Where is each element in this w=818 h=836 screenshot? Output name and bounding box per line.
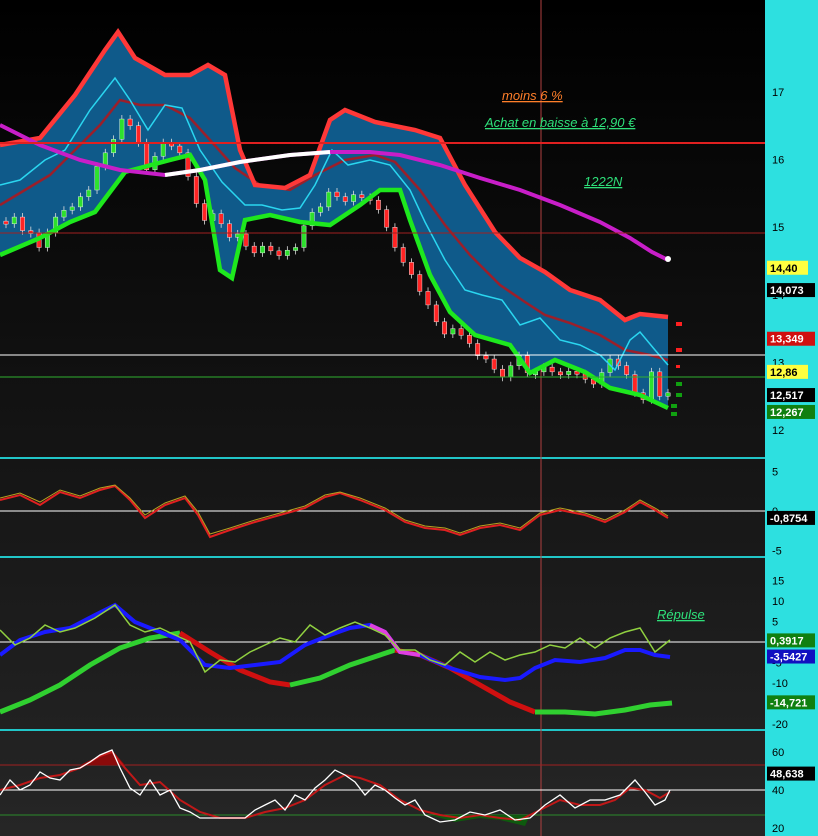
axis-tick-label: 17 bbox=[772, 87, 784, 99]
price-candle bbox=[20, 216, 25, 231]
value-axis-tags: 14,40 14,073 13,349 12,86 12,517 12,267 -0,875… bbox=[767, 260, 815, 781]
value-tag-label: -0,8754 bbox=[770, 513, 808, 525]
price-candle bbox=[78, 196, 83, 208]
price-candle bbox=[127, 118, 133, 127]
value-tag-label: 14,073 bbox=[770, 285, 804, 297]
price-candle bbox=[251, 245, 257, 254]
price-candle bbox=[119, 118, 125, 140]
price-candle bbox=[500, 368, 505, 378]
value-tag-label: 0,3917 bbox=[770, 635, 804, 647]
axis-tick-label: -20 bbox=[772, 719, 788, 731]
annotation-1222n: 1222N bbox=[584, 174, 623, 189]
axis-tick-label: 20 bbox=[772, 823, 784, 835]
price-candle bbox=[409, 262, 414, 275]
price-candle bbox=[458, 328, 464, 336]
price-candle bbox=[665, 392, 671, 397]
price-candle bbox=[3, 220, 9, 225]
price-candle bbox=[61, 210, 67, 218]
price-candle bbox=[218, 213, 224, 225]
price-candle bbox=[549, 366, 555, 373]
price-candle bbox=[566, 370, 572, 375]
value-tag-label: 48,638 bbox=[770, 769, 804, 781]
price-candle bbox=[11, 216, 17, 225]
axis-tick-label: -5 bbox=[772, 546, 782, 558]
price-candle bbox=[442, 321, 447, 335]
price-candle bbox=[351, 194, 356, 202]
value-tag-label: 12,86 bbox=[770, 367, 798, 379]
price-candle bbox=[384, 209, 390, 228]
price-candle bbox=[293, 247, 299, 251]
price-candle bbox=[268, 245, 274, 252]
value-tag-label: 12,267 bbox=[770, 407, 804, 419]
price-candle bbox=[193, 176, 199, 204]
axis-tick-label: 15 bbox=[772, 576, 784, 588]
value-tag-label: 14,40 bbox=[770, 263, 798, 275]
price-candle bbox=[69, 206, 75, 211]
price-candle bbox=[276, 250, 282, 256]
price-candle bbox=[359, 194, 365, 198]
price-candle bbox=[375, 199, 381, 210]
price-candle bbox=[508, 365, 514, 378]
price-candle bbox=[334, 191, 340, 197]
price-candle bbox=[160, 142, 166, 157]
value-tag-label: 12,517 bbox=[770, 390, 804, 402]
value-tag-label: -3,5427 bbox=[770, 652, 807, 664]
value-tag-label: 13,349 bbox=[770, 334, 804, 346]
price-candle bbox=[558, 371, 563, 376]
axis-tick-label: 60 bbox=[772, 747, 784, 759]
value-tag-label: -14,721 bbox=[770, 697, 807, 709]
price-candle bbox=[483, 355, 489, 360]
axis-tick-label: 15 bbox=[772, 222, 784, 234]
price-candle bbox=[400, 247, 406, 263]
price-candle bbox=[342, 196, 348, 202]
price-candle bbox=[326, 191, 332, 208]
price-candle bbox=[475, 343, 481, 356]
axis-tick-label: 12 bbox=[772, 425, 784, 437]
price-candle bbox=[135, 125, 141, 143]
price-candle bbox=[318, 206, 323, 213]
chart-window: moins 6 % Achat en baisse à 12,90 € 1222… bbox=[0, 0, 818, 836]
axis-tick-label: 5 bbox=[772, 467, 778, 479]
axis-tick-label: 16 bbox=[772, 155, 784, 167]
price-candle bbox=[202, 203, 207, 221]
axis-tick-label: 40 bbox=[772, 785, 784, 797]
price-candle bbox=[111, 139, 116, 154]
price-candle bbox=[450, 328, 456, 335]
price-candle bbox=[417, 274, 423, 292]
axis-tick-label: 10 bbox=[772, 596, 784, 608]
price-candle bbox=[491, 358, 497, 370]
price-candle bbox=[657, 371, 663, 397]
price-candle bbox=[301, 225, 307, 248]
price-candle bbox=[392, 226, 398, 248]
price-candle bbox=[433, 304, 439, 323]
price-candle bbox=[260, 245, 265, 254]
price-candle bbox=[624, 365, 630, 375]
price-candle bbox=[86, 189, 92, 197]
annotation-repulse: Répulse bbox=[657, 607, 705, 622]
price-candle bbox=[467, 335, 472, 344]
long-average-endpoint bbox=[665, 256, 671, 262]
price-candle bbox=[649, 371, 654, 400]
price-candle bbox=[227, 223, 232, 238]
axis-tick-label: 5 bbox=[772, 617, 778, 629]
chart-canvas: moins 6 % Achat en baisse à 12,90 € 1222… bbox=[0, 0, 818, 836]
annotation-moins: moins 6 % bbox=[502, 88, 563, 103]
axis-tick-label: -10 bbox=[772, 678, 788, 690]
price-candle bbox=[94, 166, 100, 191]
annotation-achat: Achat en baisse à 12,90 € bbox=[484, 115, 636, 130]
price-candle bbox=[284, 249, 290, 256]
price-candle bbox=[425, 291, 431, 306]
price-candle bbox=[243, 233, 249, 247]
price-candle bbox=[177, 145, 183, 154]
